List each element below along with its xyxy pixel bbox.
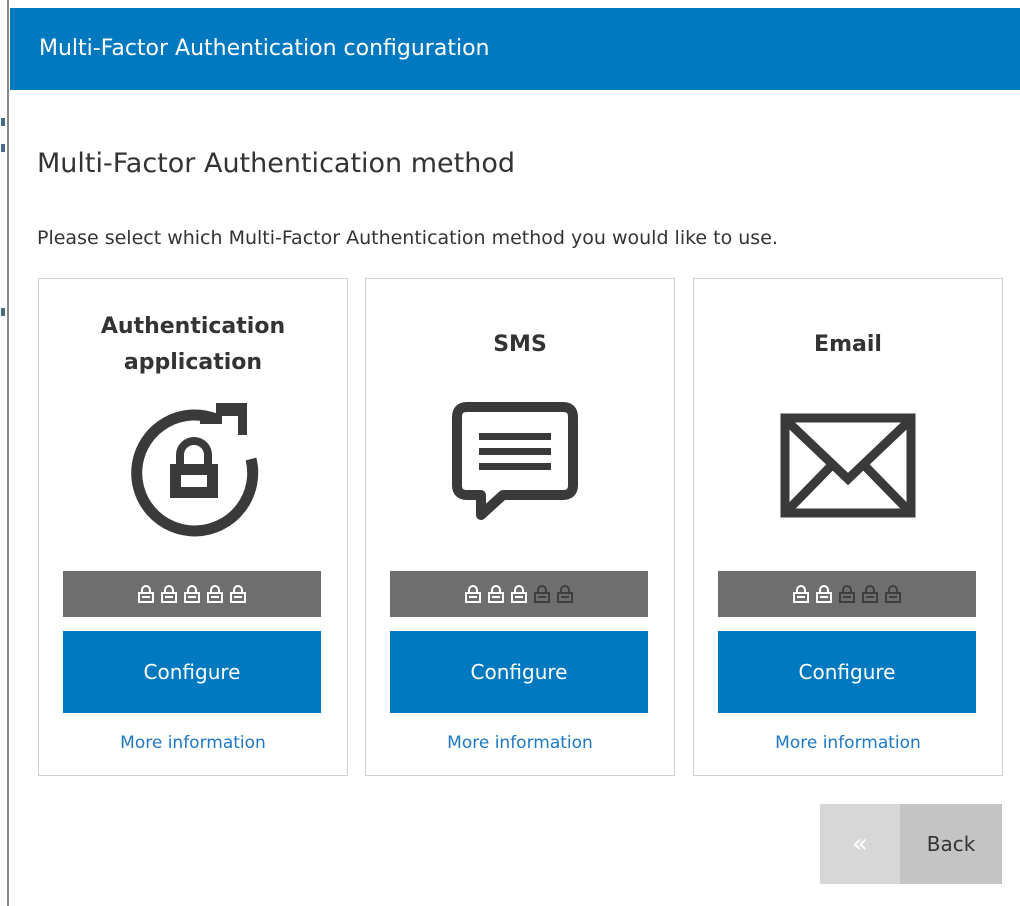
lock-icon-active [138, 585, 154, 603]
method-title: Email [814, 332, 882, 357]
configure-button[interactable]: Configure [718, 631, 976, 713]
method-card-sms: SMS Configure More information [365, 278, 675, 776]
background-window-mark [1, 308, 5, 316]
lock-icon-inactive [862, 585, 878, 603]
lock-icon-inactive [557, 585, 573, 603]
envelope-icon [780, 413, 916, 518]
lock-icon-active [793, 585, 809, 603]
back-button-group[interactable]: « Back [820, 804, 1002, 884]
page-heading: Multi-Factor Authentication method [37, 148, 516, 179]
method-title: Authentication application [100, 314, 286, 375]
back-button[interactable]: Back [900, 804, 1002, 884]
configure-button[interactable]: Configure [63, 631, 321, 713]
lock-icon-active [207, 585, 223, 603]
more-information-link[interactable]: More information [694, 733, 1002, 753]
method-card-authentication-app: Authentication application Configure Mor… [38, 278, 348, 776]
more-information-link[interactable]: More information [366, 733, 674, 753]
security-strength-bar [63, 571, 321, 617]
lock-icon-inactive [839, 585, 855, 603]
more-information-link[interactable]: More information [39, 733, 347, 753]
lock-icon-inactive [534, 585, 550, 603]
lock-icon-active [161, 585, 177, 603]
lock-icon-active [465, 585, 481, 603]
security-strength-bar [718, 571, 976, 617]
double-chevron-left-icon[interactable]: « [820, 804, 900, 884]
chat-bubble-icon [452, 402, 578, 520]
lock-icon-active [184, 585, 200, 603]
lock-icon-inactive [885, 585, 901, 603]
method-card-email: Email Configure More information [693, 278, 1003, 776]
lock-icon-active [230, 585, 246, 603]
lock-icon-active [511, 585, 527, 603]
security-strength-bar [390, 571, 648, 617]
rotating-lock-icon [131, 403, 259, 537]
background-window-edge [0, 0, 9, 906]
background-window-mark [1, 144, 5, 152]
method-title: SMS [493, 332, 547, 357]
background-window-mark [1, 118, 5, 126]
lock-icon-active [488, 585, 504, 603]
mfa-config-dialog: Multi-Factor Authentication configuratio… [10, 8, 1020, 906]
configure-button[interactable]: Configure [390, 631, 648, 713]
page-description: Please select which Multi-Factor Authent… [37, 227, 778, 249]
dialog-title: Multi-Factor Authentication configuratio… [10, 8, 1020, 90]
lock-icon-active [816, 585, 832, 603]
